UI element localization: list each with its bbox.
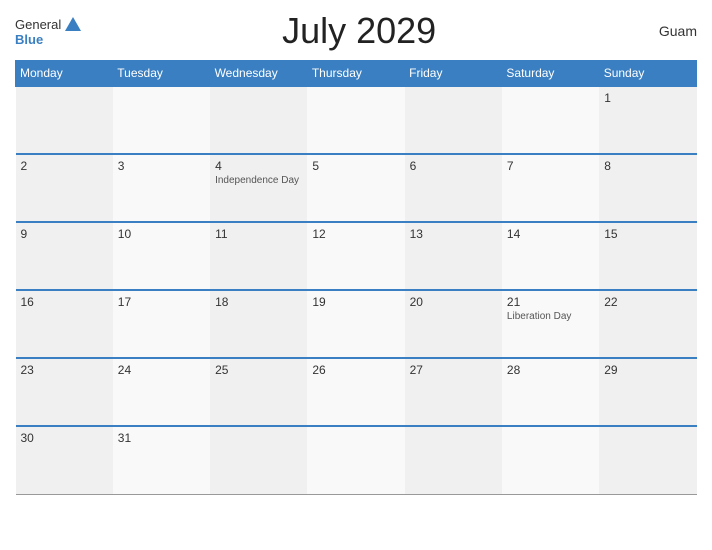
day-number: 24 <box>118 363 205 377</box>
calendar-cell: 15 <box>599 222 696 290</box>
day-number: 29 <box>604 363 691 377</box>
calendar-cell: 2 <box>16 154 113 222</box>
calendar-cell: 8 <box>599 154 696 222</box>
calendar-cell: 12 <box>307 222 404 290</box>
calendar-cell: 11 <box>210 222 307 290</box>
region-label: Guam <box>637 23 697 39</box>
day-number: 6 <box>410 159 497 173</box>
day-number: 9 <box>21 227 108 241</box>
calendar-body: 1234Independence Day56789101112131415161… <box>16 86 697 494</box>
day-number: 16 <box>21 295 108 309</box>
day-number: 26 <box>312 363 399 377</box>
calendar-cell: 19 <box>307 290 404 358</box>
page: General Blue July 2029 Guam MondayTuesda… <box>0 0 712 550</box>
calendar-cell: 6 <box>405 154 502 222</box>
day-number: 3 <box>118 159 205 173</box>
calendar-cell <box>502 86 599 154</box>
calendar-cell: 29 <box>599 358 696 426</box>
week-row-6: 30 31 <box>16 426 697 494</box>
calendar-header-row: MondayTuesdayWednesdayThursdayFridaySatu… <box>16 61 697 87</box>
day-event: Independence Day <box>215 175 302 186</box>
calendar-cell: 23 <box>16 358 113 426</box>
day-number: 20 <box>410 295 497 309</box>
calendar-cell <box>16 86 113 154</box>
week-row-5: 23 24 25 26 27 28 29 <box>16 358 697 426</box>
col-header-friday: Friday <box>405 61 502 87</box>
day-number: 28 <box>507 363 594 377</box>
day-number: 1 <box>604 91 691 105</box>
day-number: 27 <box>410 363 497 377</box>
calendar-cell <box>307 426 404 494</box>
col-header-tuesday: Tuesday <box>113 61 210 87</box>
week-row-4: 16 17 18 19 20 21 Liberation Day 22 <box>16 290 697 358</box>
calendar-cell: 4 Independence Day <box>210 154 307 222</box>
col-header-monday: Monday <box>16 61 113 87</box>
logo-blue-text: Blue <box>15 33 43 46</box>
day-number: 8 <box>604 159 691 173</box>
col-header-sunday: Sunday <box>599 61 696 87</box>
day-number: 18 <box>215 295 302 309</box>
day-number: 13 <box>410 227 497 241</box>
logo-triangle-icon <box>65 17 81 31</box>
calendar-cell: 26 <box>307 358 404 426</box>
day-number: 22 <box>604 295 691 309</box>
calendar-cell: 30 <box>16 426 113 494</box>
calendar-cell <box>405 86 502 154</box>
logo: General Blue <box>15 17 81 46</box>
calendar-cell <box>599 426 696 494</box>
day-number: 19 <box>312 295 399 309</box>
col-header-thursday: Thursday <box>307 61 404 87</box>
calendar-cell: 22 <box>599 290 696 358</box>
day-number: 31 <box>118 431 205 445</box>
day-number: 23 <box>21 363 108 377</box>
calendar-cell <box>307 86 404 154</box>
day-number: 10 <box>118 227 205 241</box>
day-number: 14 <box>507 227 594 241</box>
day-number: 15 <box>604 227 691 241</box>
calendar-cell <box>210 86 307 154</box>
calendar-cell: 18 <box>210 290 307 358</box>
day-number: 30 <box>21 431 108 445</box>
calendar-cell: 25 <box>210 358 307 426</box>
calendar-cell: 20 <box>405 290 502 358</box>
calendar-cell <box>502 426 599 494</box>
calendar-cell: 28 <box>502 358 599 426</box>
calendar-cell: 10 <box>113 222 210 290</box>
calendar-cell: 24 <box>113 358 210 426</box>
day-number: 11 <box>215 227 302 241</box>
day-number: 17 <box>118 295 205 309</box>
day-number: 4 <box>215 159 302 173</box>
col-header-wednesday: Wednesday <box>210 61 307 87</box>
week-row-3: 9 10 11 12 13 14 15 <box>16 222 697 290</box>
calendar-cell: 3 <box>113 154 210 222</box>
calendar-cell <box>405 426 502 494</box>
calendar-cell <box>113 86 210 154</box>
calendar-cell: 17 <box>113 290 210 358</box>
calendar-cell: 1 <box>599 86 696 154</box>
day-number: 7 <box>507 159 594 173</box>
logo-general-text: General <box>15 18 61 31</box>
day-number: 2 <box>21 159 108 173</box>
calendar-cell: 5 <box>307 154 404 222</box>
calendar-table: MondayTuesdayWednesdayThursdayFridaySatu… <box>15 60 697 495</box>
calendar-cell: 31 <box>113 426 210 494</box>
calendar-cell: 9 <box>16 222 113 290</box>
day-number: 21 <box>507 295 594 309</box>
day-number: 25 <box>215 363 302 377</box>
col-header-saturday: Saturday <box>502 61 599 87</box>
calendar-cell: 14 <box>502 222 599 290</box>
week-row-2: 234 Independence Day 5678 <box>16 154 697 222</box>
calendar-title: July 2029 <box>81 10 637 52</box>
header: General Blue July 2029 Guam <box>15 10 697 52</box>
day-number: 12 <box>312 227 399 241</box>
day-event: Liberation Day <box>507 311 594 322</box>
day-number: 5 <box>312 159 399 173</box>
calendar-cell: 7 <box>502 154 599 222</box>
calendar-cell <box>210 426 307 494</box>
calendar-cell: 27 <box>405 358 502 426</box>
calendar-cell: 21 Liberation Day <box>502 290 599 358</box>
week-row-1: 1 <box>16 86 697 154</box>
calendar-cell: 16 <box>16 290 113 358</box>
calendar-cell: 13 <box>405 222 502 290</box>
